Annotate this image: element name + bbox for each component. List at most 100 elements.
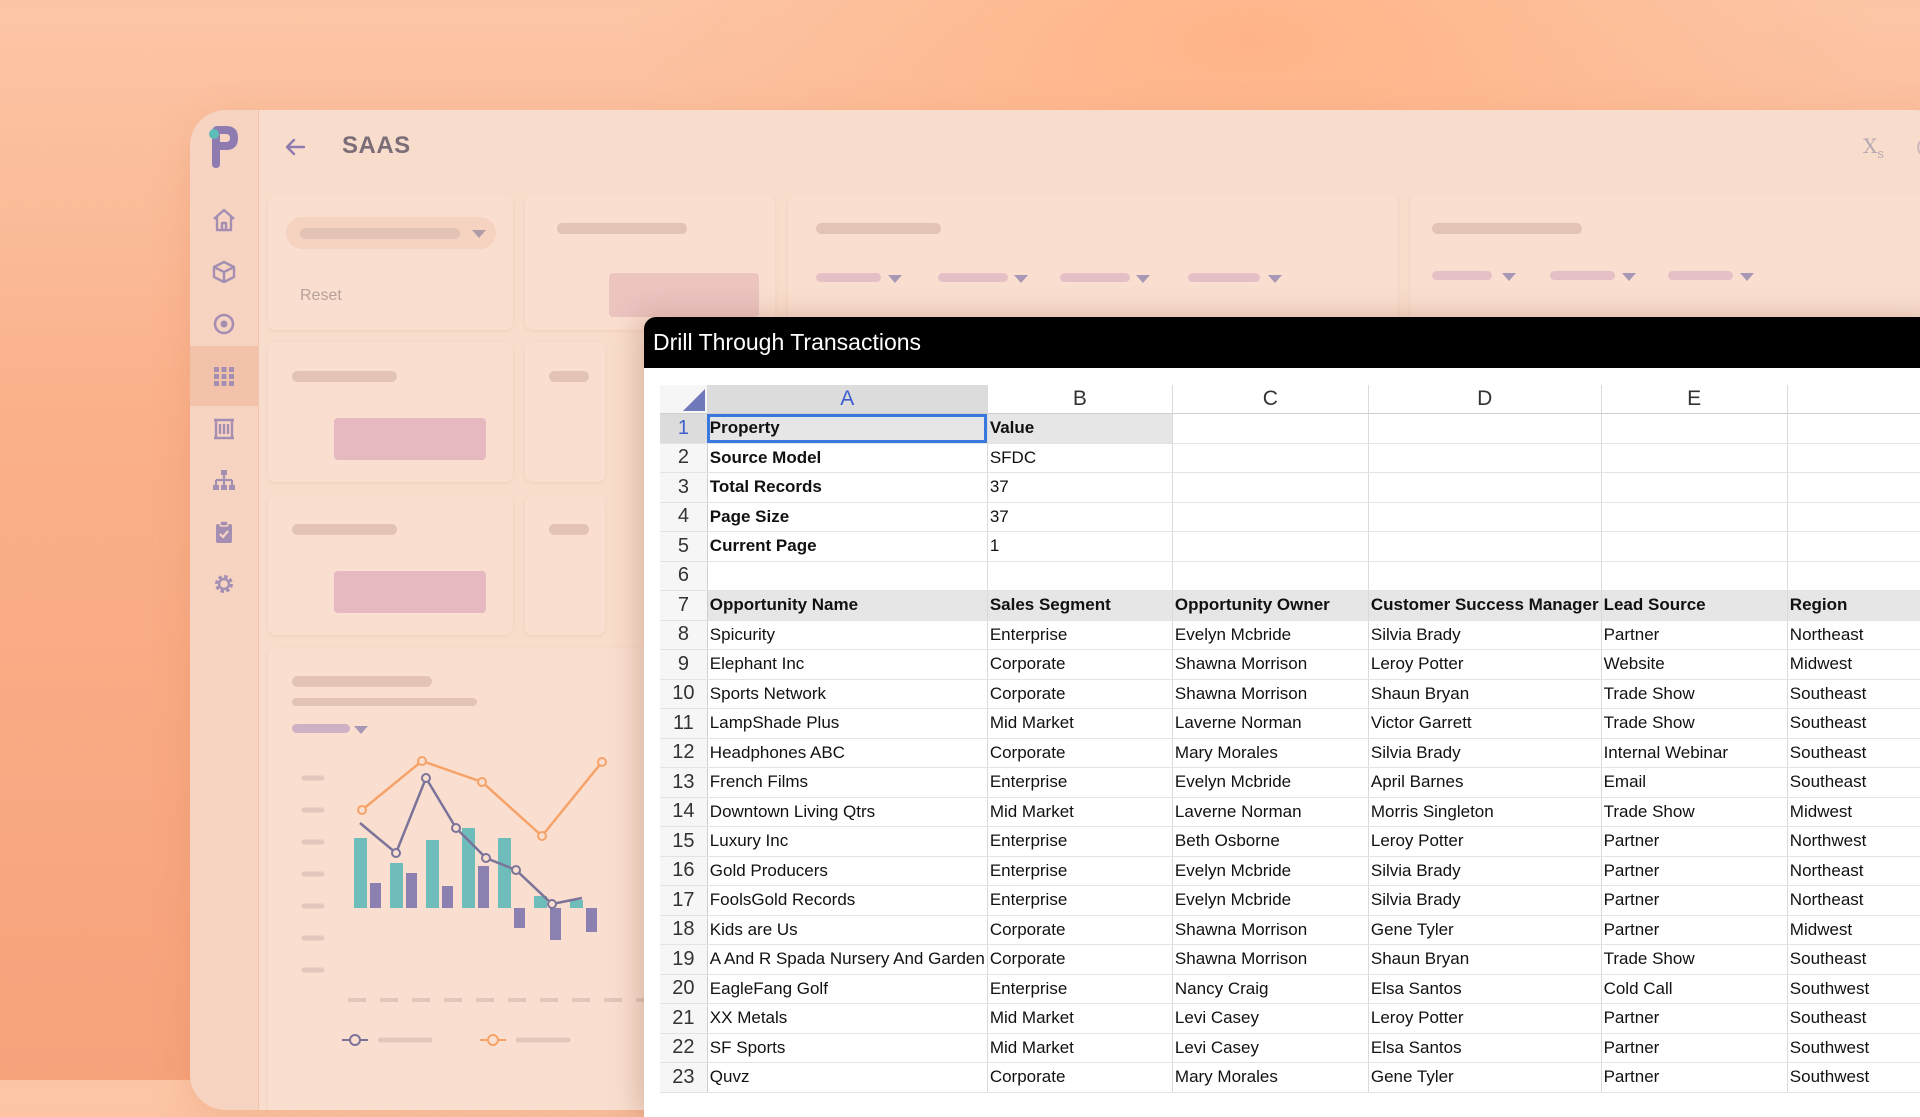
grid-cell[interactable]: Corporate [987,649,1173,680]
grid-cell[interactable]: Spicurity [707,620,988,650]
sidebar-item-models[interactable] [190,242,258,302]
grid-cell[interactable]: Evelyn Mcbride [1172,767,1369,798]
sidebar-item-target[interactable] [190,294,258,354]
grid-cell[interactable]: Leroy Potter [1368,649,1602,680]
grid-cell[interactable]: Trade Show [1601,679,1788,709]
grid-cell[interactable]: Internal Webinar [1601,738,1788,768]
grid-cell[interactable]: Enterprise [987,620,1173,650]
grid-cell[interactable]: Beth Osborne [1172,826,1369,857]
grid-cell[interactable]: Property [707,413,988,444]
grid-cell[interactable] [1368,561,1602,591]
grid-cell[interactable] [1601,531,1788,562]
grid-cell[interactable]: Shawna Morrison [1172,915,1369,945]
grid-cell[interactable] [1368,443,1602,473]
grid-cell[interactable]: Southwest [1787,974,1920,1004]
row-number[interactable]: 11 [660,708,708,739]
grid-cell[interactable]: Partner [1601,915,1788,945]
grid-cell[interactable]: Region [1787,590,1920,621]
grid-cell[interactable]: Customer Success Manager [1368,590,1602,621]
grid-cell[interactable]: 37 [987,472,1173,503]
grid-cell[interactable]: Enterprise [987,826,1173,857]
row-number[interactable]: 7 [660,590,708,621]
grid-cell[interactable]: Southeast [1787,767,1920,798]
grid-cell[interactable]: Partner [1601,1003,1788,1034]
grid-cell[interactable]: Southeast [1787,738,1920,768]
grid-cell[interactable]: Current Page [707,531,988,562]
row-number[interactable]: 16 [660,856,708,886]
grid-cell[interactable]: Silvia Brady [1368,885,1602,916]
column-header[interactable]: A [707,385,988,414]
grid-cell[interactable]: XX Metals [707,1003,988,1034]
grid-cell[interactable]: Value [987,413,1173,444]
grid-cell[interactable]: Quvz [707,1062,988,1093]
sidebar-item-hierarchy[interactable] [190,450,258,510]
grid-cell[interactable] [1172,413,1369,444]
row-number[interactable]: 19 [660,944,708,975]
row-number[interactable]: 14 [660,797,708,827]
grid-cell[interactable]: Shawna Morrison [1172,679,1369,709]
grid-cell[interactable]: Southeast [1787,944,1920,975]
grid-cell[interactable] [1368,531,1602,562]
grid-cell[interactable]: Mid Market [987,797,1173,827]
grid-cell[interactable]: Gene Tyler [1368,1062,1602,1093]
row-number[interactable]: 18 [660,915,708,945]
grid-cell[interactable]: Trade Show [1601,944,1788,975]
grid-cell[interactable]: Laverne Norman [1172,708,1369,739]
grid-cell[interactable]: Corporate [987,1062,1173,1093]
grid-cell[interactable]: Silvia Brady [1368,620,1602,650]
grid-cell[interactable]: Website [1601,649,1788,680]
grid-cell[interactable]: Elephant Inc [707,649,988,680]
grid-cell[interactable] [1368,413,1602,444]
grid-cell[interactable] [1601,443,1788,473]
grid-cell[interactable]: Enterprise [987,885,1173,916]
row-number[interactable]: 5 [660,531,708,562]
row-number[interactable]: 1 [660,413,708,444]
sidebar-item-apps[interactable] [190,346,258,406]
grid-cell[interactable]: Midwest [1787,915,1920,945]
grid-cell[interactable] [1787,472,1920,503]
grid-cell[interactable]: Page Size [707,502,988,532]
select-all-corner[interactable] [660,385,708,414]
grid-cell[interactable]: Morris Singleton [1368,797,1602,827]
grid-cell[interactable]: Opportunity Name [707,590,988,621]
filter-dropdown[interactable] [286,217,496,249]
grid-cell[interactable]: Silvia Brady [1368,738,1602,768]
grid-cell[interactable]: Northeast [1787,856,1920,886]
column-header[interactable]: C [1172,385,1369,414]
grid-cell[interactable]: Midwest [1787,649,1920,680]
grid-cell[interactable] [1172,502,1369,532]
row-number[interactable]: 15 [660,826,708,857]
sidebar-item-tasks[interactable] [190,502,258,562]
grid-cell[interactable]: Mary Morales [1172,1062,1369,1093]
sidebar-item-buildings[interactable] [190,398,258,458]
grid-cell[interactable] [1787,413,1920,444]
grid-cell[interactable]: Lead Source [1601,590,1788,621]
grid-cell[interactable]: Northwest [1787,826,1920,857]
grid-cell[interactable]: 1 [987,531,1173,562]
grid-cell[interactable]: Sales Segment [987,590,1173,621]
row-number[interactable]: 8 [660,620,708,650]
row-number[interactable]: 13 [660,767,708,798]
grid-cell[interactable]: Partner [1601,620,1788,650]
grid-cell[interactable]: Southeast [1787,708,1920,739]
sidebar-item-home[interactable] [190,190,258,250]
grid-cell[interactable]: Southeast [1787,1003,1920,1034]
grid-cell[interactable] [987,561,1173,591]
grid-cell[interactable]: Source Model [707,443,988,473]
row-number[interactable]: 23 [660,1062,708,1093]
grid-cell[interactable]: Leroy Potter [1368,826,1602,857]
grid-cell[interactable] [707,561,988,591]
grid-cell[interactable]: Leroy Potter [1368,1003,1602,1034]
grid-cell[interactable]: Gold Producers [707,856,988,886]
grid-cell[interactable]: Southwest [1787,1062,1920,1093]
grid-cell[interactable]: Victor Garrett [1368,708,1602,739]
row-number[interactable]: 22 [660,1033,708,1063]
grid-cell[interactable]: Northeast [1787,885,1920,916]
grid-cell[interactable] [1787,443,1920,473]
row-number[interactable]: 12 [660,738,708,768]
grid-cell[interactable]: April Barnes [1368,767,1602,798]
grid-cell[interactable]: Corporate [987,679,1173,709]
back-arrow-icon[interactable] [280,132,310,162]
grid-cell[interactable]: Enterprise [987,856,1173,886]
grid-cell[interactable]: Southwest [1787,1033,1920,1063]
